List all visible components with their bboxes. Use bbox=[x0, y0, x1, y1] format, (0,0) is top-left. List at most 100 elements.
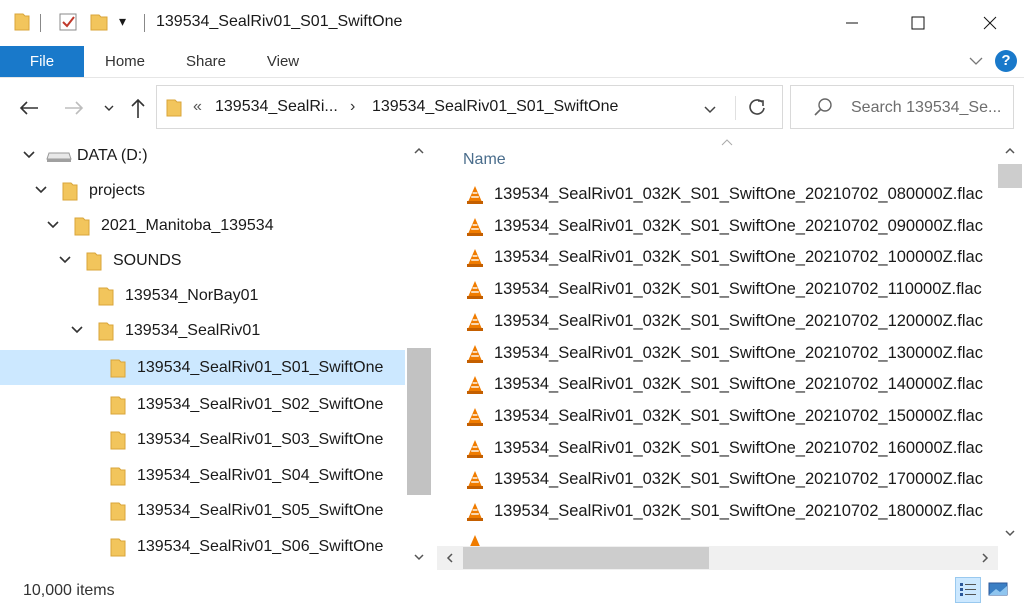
navigation-pane-scrollbar[interactable] bbox=[406, 138, 432, 570]
vlc-file-icon bbox=[465, 375, 485, 400]
file-row[interactable]: 139534_SealRiv01_032K_S01_SwiftOne_20210… bbox=[437, 306, 997, 338]
file-row[interactable]: 139534_SealRiv01_032K_S01_SwiftOne_20210… bbox=[437, 369, 997, 401]
help-button[interactable]: ? bbox=[995, 50, 1017, 72]
tab-share[interactable]: Share bbox=[175, 46, 237, 77]
scroll-up-icon[interactable] bbox=[1004, 146, 1016, 156]
up-button[interactable] bbox=[126, 96, 150, 120]
window-title: 139534_SealRiv01_S01_SwiftOne bbox=[156, 13, 403, 30]
file-row[interactable]: 139534_SealRiv01_032K_S01_SwiftOne_20210… bbox=[437, 179, 997, 211]
tree-item-label: 139534_SealRiv01_S05_SwiftOne bbox=[137, 502, 384, 519]
folder-icon bbox=[110, 431, 126, 455]
vlc-file-icon bbox=[465, 502, 485, 527]
file-list: Name 139534_SealRiv01_032K_S01_SwiftOne_… bbox=[437, 138, 1024, 570]
scroll-down-icon[interactable] bbox=[1004, 528, 1016, 538]
scrollbar-thumb[interactable] bbox=[998, 164, 1022, 188]
vlc-file-icon bbox=[465, 470, 485, 495]
chevron-down-icon[interactable] bbox=[46, 218, 60, 232]
folder-icon bbox=[110, 359, 126, 383]
tab-view[interactable]: View bbox=[255, 46, 311, 77]
tree-item-projects[interactable]: projects bbox=[0, 173, 405, 208]
folder-icon bbox=[166, 98, 182, 123]
folder-icon bbox=[98, 287, 114, 311]
file-row[interactable]: 139534_SealRiv01_032K_S01_SwiftOne_20210… bbox=[437, 274, 997, 306]
file-list-horizontal-scrollbar[interactable] bbox=[437, 546, 998, 570]
file-row[interactable]: 139534_SealRiv01_032K_S01_SwiftOne_20210… bbox=[437, 433, 997, 465]
chevron-down-icon[interactable] bbox=[22, 148, 36, 162]
chevron-down-icon[interactable] bbox=[70, 323, 84, 337]
tree-item-sealriv01[interactable]: 139534_SealRiv01 bbox=[0, 313, 405, 348]
address-overflow[interactable]: « bbox=[193, 98, 202, 116]
column-header-name[interactable]: Name bbox=[463, 151, 506, 169]
file-name: 139534_SealRiv01_032K_S01_SwiftOne_20210… bbox=[494, 439, 983, 457]
file-row[interactable]: 139534_SealRiv01_032K_S01_SwiftOne_20210… bbox=[437, 464, 997, 496]
expand-ribbon-icon[interactable] bbox=[968, 54, 984, 73]
forward-button[interactable] bbox=[62, 96, 86, 120]
tree-item-label: 2021_Manitoba_139534 bbox=[101, 217, 274, 234]
file-name: 139534_SealRiv01_032K_S01_SwiftOne_20210… bbox=[494, 312, 983, 330]
vlc-file-icon bbox=[465, 280, 485, 305]
minimize-button[interactable] bbox=[829, 0, 875, 46]
search-input[interactable]: Search 139534_Se... bbox=[851, 99, 1001, 117]
refresh-icon[interactable] bbox=[747, 97, 767, 122]
item-count: 10,000 items bbox=[23, 582, 115, 599]
tab-home[interactable]: Home bbox=[92, 46, 158, 77]
scroll-left-icon[interactable] bbox=[445, 552, 455, 564]
title-separator bbox=[144, 14, 145, 32]
breadcrumb-separator[interactable]: › bbox=[350, 98, 355, 116]
back-button[interactable] bbox=[17, 96, 41, 120]
address-history-chevron-icon[interactable] bbox=[703, 102, 717, 120]
vlc-file-icon bbox=[465, 407, 485, 432]
scrollbar-thumb[interactable] bbox=[463, 547, 709, 569]
properties-checkbox-icon[interactable] bbox=[58, 12, 78, 37]
tree-item-s01-swiftone[interactable]: 139534_SealRiv01_S01_SwiftOne bbox=[0, 350, 405, 385]
tree-item-s03-swiftone[interactable]: 139534_SealRiv01_S03_SwiftOne bbox=[0, 422, 405, 457]
tree-item-s05-swiftone[interactable]: 139534_SealRiv01_S05_SwiftOne bbox=[0, 493, 405, 528]
file-row[interactable]: 139534_SealRiv01_032K_S01_SwiftOne_20210… bbox=[437, 338, 997, 370]
navigation-pane: DATA (D:) projects 2021_Manitoba_139534 … bbox=[0, 138, 432, 570]
scroll-right-icon[interactable] bbox=[980, 552, 990, 564]
vlc-file-icon bbox=[465, 217, 485, 242]
chevron-down-icon[interactable] bbox=[58, 253, 72, 267]
file-row[interactable]: 139534_SealRiv01_032K_S01_SwiftOne_20210… bbox=[437, 242, 997, 274]
tree-item-2021-manitoba[interactable]: 2021_Manitoba_139534 bbox=[0, 208, 405, 243]
folder-icon bbox=[62, 182, 78, 206]
details-view-button[interactable] bbox=[955, 577, 981, 603]
scroll-down-icon[interactable] bbox=[413, 552, 425, 562]
customize-toolbar-dropdown[interactable]: ▾ bbox=[119, 13, 126, 30]
file-list-vertical-scrollbar[interactable] bbox=[998, 138, 1024, 548]
tree-item-sounds[interactable]: SOUNDS bbox=[0, 243, 405, 278]
breadcrumb-segment[interactable]: 139534_SealRi... bbox=[215, 98, 338, 116]
chevron-down-icon[interactable] bbox=[34, 183, 48, 197]
tree-item-data-drive[interactable]: DATA (D:) bbox=[0, 138, 405, 173]
tree-item-s04-swiftone[interactable]: 139534_SealRiv01_S04_SwiftOne bbox=[0, 458, 405, 493]
folder-icon bbox=[110, 396, 126, 420]
file-row[interactable]: 139534_SealRiv01_032K_S01_SwiftOne_20210… bbox=[437, 496, 997, 528]
breadcrumb-segment[interactable]: 139534_SealRiv01_S01_SwiftOne bbox=[372, 98, 618, 116]
tree-item-s02-swiftone[interactable]: 139534_SealRiv01_S02_SwiftOne bbox=[0, 387, 405, 422]
recent-locations-dropdown[interactable] bbox=[97, 96, 121, 120]
folder-icon bbox=[110, 467, 126, 491]
tree-item-label: 139534_SealRiv01_S01_SwiftOne bbox=[137, 359, 384, 376]
tree-item-s06-swiftone[interactable]: 139534_SealRiv01_S06_SwiftOne bbox=[0, 529, 405, 564]
file-row[interactable]: 139534_SealRiv01_032K_S01_SwiftOne_20210… bbox=[437, 401, 997, 433]
vlc-file-icon bbox=[465, 312, 485, 337]
maximize-button[interactable] bbox=[895, 0, 941, 46]
search-box[interactable]: Search 139534_Se... bbox=[790, 85, 1014, 129]
vlc-file-icon bbox=[465, 248, 485, 273]
file-name: 139534_SealRiv01_032K_S01_SwiftOne_20210… bbox=[494, 280, 982, 298]
file-name: 139534_SealRiv01_032K_S01_SwiftOne_20210… bbox=[494, 248, 983, 266]
large-icons-view-button[interactable] bbox=[986, 577, 1012, 603]
scroll-up-icon[interactable] bbox=[413, 146, 425, 156]
search-icon bbox=[813, 97, 833, 122]
tree-item-label: projects bbox=[89, 182, 146, 199]
close-button[interactable] bbox=[967, 0, 1013, 46]
folder-icon bbox=[110, 538, 126, 562]
tree-item-norbay01[interactable]: 139534_NorBay01 bbox=[0, 278, 405, 313]
scrollbar-thumb[interactable] bbox=[407, 348, 431, 495]
address-bar[interactable]: « 139534_SealRi... › 139534_SealRiv01_S0… bbox=[156, 85, 783, 129]
file-row[interactable]: 139534_SealRiv01_032K_S01_SwiftOne_20210… bbox=[437, 211, 997, 243]
tab-file[interactable]: File bbox=[0, 46, 84, 77]
file-name: 139534_SealRiv01_032K_S01_SwiftOne_20210… bbox=[494, 375, 983, 393]
details-view-icon bbox=[960, 583, 976, 596]
new-folder-icon[interactable] bbox=[90, 12, 108, 37]
